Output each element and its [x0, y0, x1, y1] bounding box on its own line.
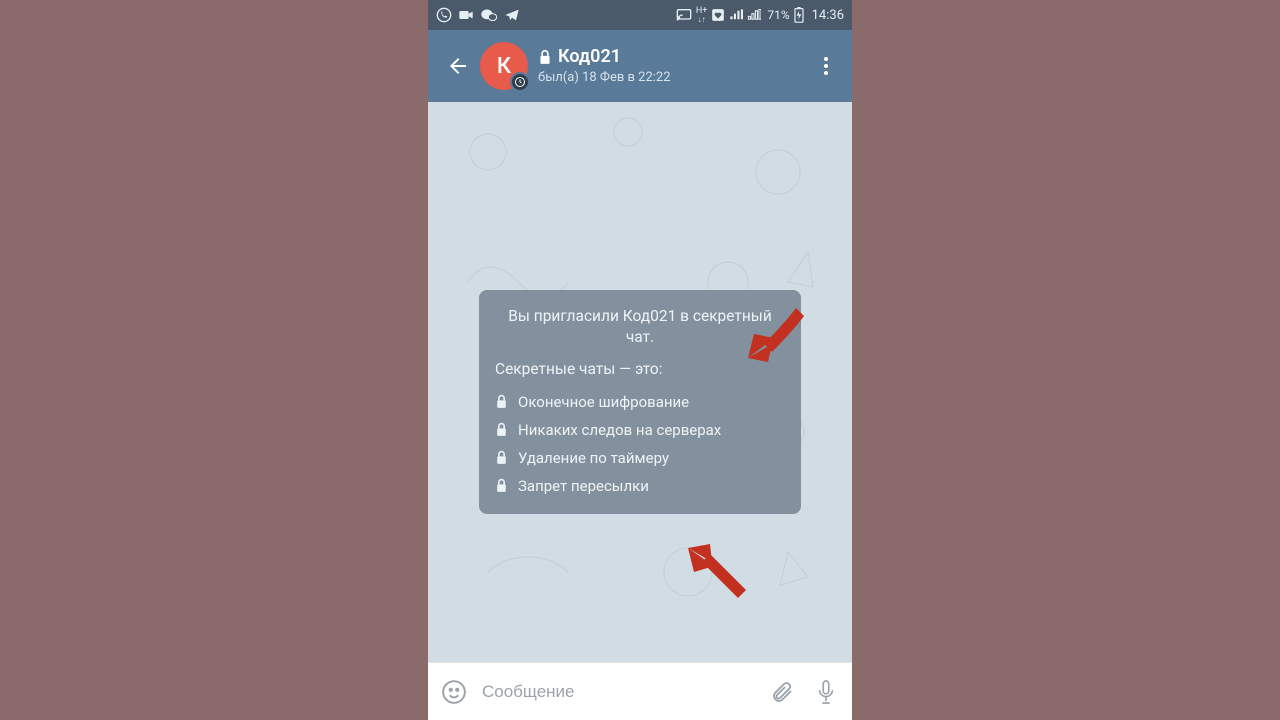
feature-text: Оконечное шифрование	[518, 393, 689, 411]
status-left-icons	[436, 7, 520, 23]
feature-row: Удаление по таймеру	[493, 444, 787, 472]
chat-title: Код021	[558, 46, 621, 69]
voice-button[interactable]	[810, 676, 842, 708]
clock-icon	[514, 76, 526, 88]
info-invite-text: Вы пригласили Код021 в секретный чат.	[493, 306, 787, 348]
clock-time: 14:36	[812, 8, 844, 23]
android-status-bar: H+ ↓↑ 71% 14:36	[428, 0, 852, 30]
lock-icon	[495, 422, 508, 437]
feature-row: Оконечное шифрование	[493, 388, 787, 416]
cast-icon	[676, 8, 692, 22]
chat-header: К Код021 был(а) 18 Фев в 22:22	[428, 30, 852, 102]
feature-row: Никаких следов на серверах	[493, 416, 787, 444]
attach-button[interactable]	[766, 676, 798, 708]
feature-row: Запрет пересылки	[493, 472, 787, 500]
wechat-icon	[480, 8, 498, 22]
last-seen-text: был(а) 18 Фев в 22:22	[538, 70, 806, 86]
phone-frame: H+ ↓↑ 71% 14:36 К	[428, 0, 852, 720]
battery-charging-icon	[794, 7, 804, 23]
message-input-bar	[428, 662, 852, 720]
emoji-button[interactable]	[438, 676, 470, 708]
info-heading: Секретные чаты — это:	[493, 360, 787, 378]
secret-chat-info-card: Вы пригласили Код021 в секретный чат. Се…	[479, 290, 801, 514]
lock-icon	[495, 478, 508, 493]
message-input[interactable]	[482, 682, 754, 702]
battery-percentage: 71%	[767, 8, 789, 22]
feature-text: Запрет пересылки	[518, 477, 649, 495]
paperclip-icon	[770, 680, 794, 704]
arrow-left-icon	[446, 54, 470, 78]
contact-avatar[interactable]: К	[480, 42, 528, 90]
signal-icon-2	[747, 9, 761, 21]
avatar-initial: К	[497, 54, 511, 79]
chat-body[interactable]: Вы пригласили Код021 в секретный чат. Се…	[428, 102, 852, 662]
more-options-button[interactable]	[806, 44, 846, 88]
back-button[interactable]	[436, 44, 480, 88]
signal-icon-1	[729, 9, 743, 21]
viber-icon	[436, 7, 452, 23]
feature-text: Никаких следов на серверах	[518, 421, 721, 439]
heart-notif-icon	[711, 8, 725, 22]
smile-icon	[441, 679, 467, 705]
lock-icon	[495, 394, 508, 409]
secret-chat-timer-badge	[510, 72, 530, 92]
camera-icon	[458, 8, 474, 22]
lock-icon	[538, 49, 552, 65]
kebab-icon	[824, 57, 828, 75]
network-type-label: H+ ↓↑	[696, 7, 708, 24]
chat-title-area[interactable]: Код021 был(а) 18 Фев в 22:22	[538, 46, 806, 87]
status-right-icons: H+ ↓↑ 71% 14:36	[676, 7, 844, 24]
feature-text: Удаление по таймеру	[518, 449, 669, 467]
telegram-icon	[504, 8, 520, 22]
microphone-icon	[815, 679, 837, 705]
lock-icon	[495, 450, 508, 465]
